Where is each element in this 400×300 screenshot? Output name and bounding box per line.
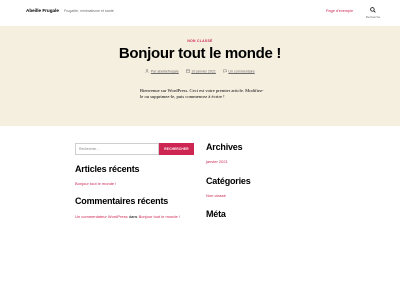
recent-posts-title: Articles récents (75, 164, 140, 174)
meta-title: Méta (206, 209, 226, 219)
comment-icon (223, 69, 227, 74)
categories-title: Catégories (206, 176, 251, 186)
recent-post-link[interactable]: Bonjour tout le monde ! (75, 181, 116, 186)
post-date: 10 janvier 2021 (185, 69, 216, 73)
post-author-link[interactable]: Par abeillefrugale (151, 69, 179, 73)
search-toggle-label: Recherche (365, 15, 381, 19)
post-comments: Un commentaire (223, 69, 255, 73)
comment-connector: dans (128, 214, 138, 219)
recent-comments-title: Commentaires récents (75, 196, 169, 206)
site-description: Frugalité, minimalisme et santé (64, 8, 114, 13)
comment-author-link[interactable]: Un commentateur WordPress (75, 214, 128, 219)
nav-item-sample-page[interactable]: Page d'exemple (326, 9, 353, 13)
user-icon (145, 69, 150, 73)
site-title[interactable]: Abeille Frugale (26, 8, 59, 13)
post-date-link[interactable]: 10 janvier 2021 (191, 69, 216, 73)
post-author: Par abeillefrugale (145, 69, 179, 73)
post-meta: Par abeillefrugale 10 janvier 2021 Un co… (0, 69, 400, 73)
page: Abeille Frugale Frugalité, minimalisme e… (0, 0, 400, 300)
search-input[interactable] (75, 143, 159, 155)
site-header: Abeille Frugale Frugalité, minimalisme e… (0, 0, 400, 26)
search-toggle-button[interactable]: Recherche (364, 6, 382, 20)
archive-link[interactable]: janvier 2021 (206, 159, 228, 164)
search-form: RECHERCHER (75, 143, 194, 155)
comment-post-link[interactable]: Bonjour tout le monde ! (139, 214, 180, 219)
post-title[interactable]: Bonjour tout le monde ! (0, 45, 400, 62)
recent-comment-item: Un commentateur WordPress dans Bonjour t… (75, 214, 187, 220)
calendar-icon (185, 69, 190, 73)
search-submit-button[interactable]: RECHERCHER (159, 143, 194, 155)
post-content: Bienvenue sur WordPress. Ceci est votre … (140, 88, 264, 100)
archives-title: Archives (206, 142, 243, 152)
post-hero: NON CLASSÉ Bonjour tout le monde ! Par a… (0, 26, 400, 126)
search-icon (370, 7, 376, 13)
footer-widgets: RECHERCHER Articles récents Bonjour tout… (0, 126, 400, 300)
category-link[interactable]: Non classé (206, 193, 226, 198)
post-category-link[interactable]: NON CLASSÉ (0, 39, 400, 43)
post-comments-link[interactable]: Un commentaire (228, 69, 254, 73)
